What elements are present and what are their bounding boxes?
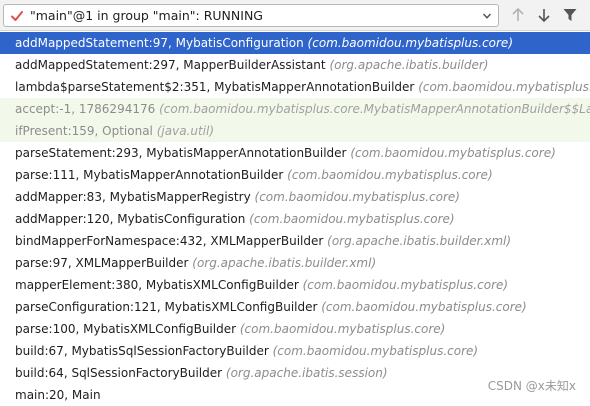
frame-method: bindMapperForNamespace:432, XMLMapperBui… [15,234,324,248]
arrow-down-icon [538,9,550,23]
frame-method: main:20, Main [15,388,101,402]
frame-method: ifPresent:159, Optional [15,124,153,138]
thread-label: "main"@1 in group "main": RUNNING [30,8,263,23]
frame-package: (com.baomidou.mybatisplus.core) [302,278,509,292]
watermark: CSDN @x未知x [487,379,576,393]
frame-method: build:64, SqlSessionFactoryBuilder [15,366,223,380]
frame-package: (com.baomidou.mybatisplus.core) [321,300,527,314]
stack-frame[interactable]: parseConfiguration:121, MybatisXMLConfig… [0,296,590,318]
stack-frames-list: addMappedStatement:97, MybatisConfigurat… [0,32,590,406]
stack-frame[interactable]: parse:111, MybatisMapperAnnotationBuilde… [0,164,590,186]
frame-method: addMappedStatement:97, MybatisConfigurat… [15,36,304,50]
stack-frame[interactable]: addMapper:120, MybatisConfiguration (com… [0,208,590,230]
frame-method: accept:-1, 1786294176 [15,102,156,116]
frame-package: (com.baomidou.mybatisplus.core.MybatisMa… [159,102,590,116]
frame-package: (org.apache.ibatis.builder) [329,58,489,72]
frame-package: (com.baomidou.mybatisplus.core) [287,168,493,182]
thread-selector[interactable]: "main"@1 in group "main": RUNNING [3,4,499,27]
frame-package: (com.baomidou.mybatisplus.co [418,80,590,94]
frame-method: parseStatement:293, MybatisMapperAnnotat… [15,146,347,160]
frame-method: addMapper:120, MybatisConfiguration [15,212,246,226]
filter-button[interactable] [561,6,579,24]
filter-icon [563,9,577,21]
frame-method: parseConfiguration:121, MybatisXMLConfig… [15,300,318,314]
frame-method: build:67, MybatisSqlSessionFactoryBuilde… [15,344,269,358]
stack-frame[interactable]: bindMapperForNamespace:432, XMLMapperBui… [0,230,590,252]
stack-frame[interactable]: addMappedStatement:97, MybatisConfigurat… [0,32,590,54]
frame-package: (com.baomidou.mybatisplus.core) [350,146,556,160]
next-frame-button[interactable] [535,6,553,24]
frame-method: parse:100, MybatisXMLConfigBuilder [15,322,237,336]
frame-method: parse:111, MybatisMapperAnnotationBuilde… [15,168,284,182]
frames-toolbar: "main"@1 in group "main": RUNNING [0,0,590,31]
stack-frame[interactable]: parse:100, MybatisXMLConfigBuilder (com.… [0,318,590,340]
frame-method: parse:97, XMLMapperBuilder [15,256,189,270]
frame-package: (com.baomidou.mybatisplus.core) [307,36,513,50]
stack-frame[interactable]: build:67, MybatisSqlSessionFactoryBuilde… [0,340,590,362]
frame-package: (com.baomidou.mybatisplus.core) [249,212,455,226]
frame-package: (com.baomidou.mybatisplus.core) [254,190,460,204]
stack-frame[interactable]: addMappedStatement:297, MapperBuilderAss… [0,54,590,76]
frame-package: (org.apache.ibatis.session) [225,366,388,380]
frame-package: (org.apache.ibatis.builder.xml) [327,234,512,248]
frame-package: (com.baomidou.mybatisplus.core) [239,322,446,336]
frame-method: lambda$parseStatement$2:351, MybatisMapp… [15,80,415,94]
check-icon [11,11,23,21]
stack-frame[interactable]: parseStatement:293, MybatisMapperAnnotat… [0,142,590,164]
chevron-down-icon [482,13,492,19]
frame-method: mapperElement:380, MybatisXMLConfigBuild… [15,278,299,292]
stack-frame[interactable]: mapperElement:380, MybatisXMLConfigBuild… [0,274,590,296]
frame-method: addMappedStatement:297, MapperBuilderAss… [15,58,326,72]
stack-frame[interactable]: parse:97, XMLMapperBuilder (org.apache.i… [0,252,590,274]
stack-frame[interactable]: addMapper:83, MybatisMapperRegistry (com… [0,186,590,208]
stack-frame[interactable]: lambda$parseStatement$2:351, MybatisMapp… [0,76,590,98]
frame-package: (com.baomidou.mybatisplus.core) [272,344,479,358]
stack-frame[interactable]: accept:-1, 1786294176 (com.baomidou.myba… [0,98,590,120]
previous-frame-button[interactable] [509,6,527,24]
stack-frame[interactable]: ifPresent:159, Optional (java.util) [0,120,590,142]
frame-package: (org.apache.ibatis.builder.xml) [192,256,377,270]
frame-package: (java.util) [156,124,215,138]
arrow-up-icon [512,7,524,21]
frame-method: addMapper:83, MybatisMapperRegistry [15,190,251,204]
